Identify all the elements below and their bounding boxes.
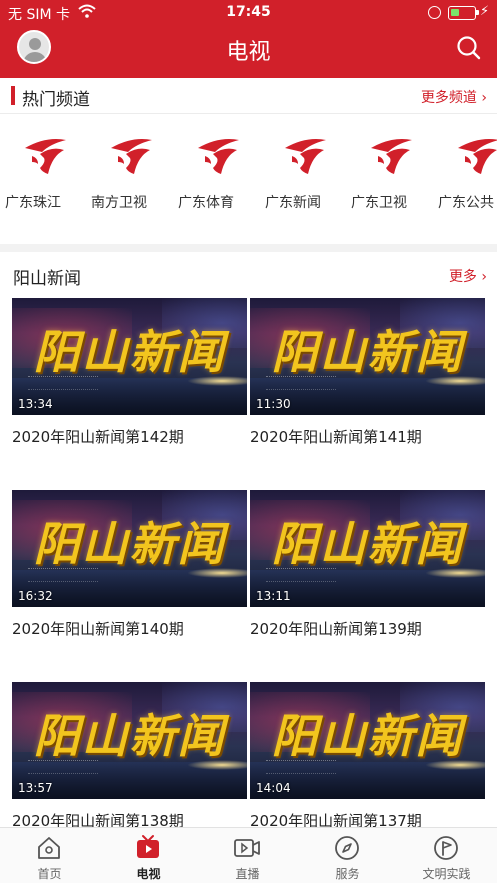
news-header: 阳山新闻 更多 › [0, 252, 497, 296]
video-duration: 11:30 [256, 397, 291, 411]
video-duration: 14:04 [256, 781, 291, 795]
channel-item[interactable]: 广东卫视 [346, 132, 432, 222]
more-channels-link[interactable]: 更多频道 › [421, 87, 487, 107]
tab-civilization[interactable]: 文明实践 [397, 828, 496, 883]
video-duration: 16:32 [18, 589, 53, 603]
flag-icon [434, 836, 458, 860]
top-bar: 无 SIM 卡 17:45 ⚡ 电视 [0, 0, 497, 78]
video-card[interactable]: 阳山新闻 13:57 2020年阳山新闻第138期 [12, 682, 247, 827]
video-card[interactable]: 阳山新闻 16:32 2020年阳山新闻第140期 [12, 490, 247, 660]
news-title: 阳山新闻 [13, 269, 81, 289]
video-card[interactable]: 阳山新闻 13:34 2020年阳山新闻第142期 [12, 298, 247, 468]
channel-item[interactable]: 南方卫视 [86, 132, 172, 222]
tab-label: 直播 [235, 867, 260, 881]
channel-item[interactable]: 广东珠江 [0, 132, 86, 222]
video-thumbnail: 阳山新闻 11:30 [250, 298, 485, 415]
video-card[interactable]: 阳山新闻 13:11 2020年阳山新闻第139期 [250, 490, 485, 660]
channel-name: 广东新闻 [265, 195, 321, 211]
home-icon [38, 837, 60, 859]
channel-logo-icon [25, 139, 66, 174]
hot-channels-header: 热门频道 更多频道 › [0, 78, 497, 114]
channel-name: 广东珠江 [5, 195, 61, 211]
battery-fill [451, 9, 459, 16]
channel-logo-icon [458, 139, 497, 174]
video-thumbnail: 阳山新闻 13:34 [12, 298, 247, 415]
channel-item[interactable]: 广东新闻 [260, 132, 346, 222]
thumb-logo-text: 阳山新闻 [271, 325, 464, 379]
tab-label: 服务 [335, 867, 360, 881]
charging-icon: ⚡ [480, 4, 490, 19]
thumb-logo-text: 阳山新闻 [271, 709, 464, 763]
status-bar: 无 SIM 卡 17:45 ⚡ [0, 0, 497, 26]
channel-logo-icon [111, 139, 152, 174]
tab-bar: 首页 电视 直播 服务 文明实践 [0, 827, 497, 883]
channel-logo-icon [285, 139, 326, 174]
rotation-lock-icon [428, 6, 441, 19]
channel-list: 广东珠江 南方卫视 广东体育 广东新闻 广东卫视 广东公共 [0, 132, 497, 222]
search-icon[interactable] [456, 35, 482, 61]
battery-cap [476, 10, 479, 15]
tab-tv[interactable]: 电视 [99, 828, 198, 883]
video-thumbnail: 阳山新闻 14:04 [250, 682, 485, 799]
video-thumbnail: 阳山新闻 13:57 [12, 682, 247, 799]
tab-label: 文明实践 [422, 867, 471, 881]
channel-name: 广东体育 [178, 195, 234, 211]
live-video-icon [234, 839, 260, 857]
video-caption: 2020年阳山新闻第139期 [250, 620, 422, 638]
thumb-logo-text: 阳山新闻 [33, 517, 226, 571]
hot-channels-title: 热门频道 [22, 90, 90, 110]
tab-label: 电视 [136, 867, 161, 881]
video-caption: 2020年阳山新闻第138期 [12, 812, 184, 827]
header: 电视 [0, 26, 497, 78]
compass-icon [335, 836, 359, 860]
tab-service[interactable]: 服务 [298, 828, 397, 883]
video-caption: 2020年阳山新闻第137期 [250, 812, 422, 827]
channel-name: 广东卫视 [351, 195, 407, 211]
status-time: 17:45 [226, 4, 271, 20]
video-duration: 13:11 [256, 589, 291, 603]
thumb-logo-text: 阳山新闻 [271, 517, 464, 571]
tab-home[interactable]: 首页 [0, 828, 99, 883]
tab-live[interactable]: 直播 [198, 828, 297, 883]
page-title: 电视 [226, 40, 271, 65]
video-caption: 2020年阳山新闻第140期 [12, 620, 184, 638]
section-divider [0, 244, 497, 252]
video-caption: 2020年阳山新闻第141期 [250, 428, 422, 446]
section-accent-bar [11, 86, 15, 105]
video-caption: 2020年阳山新闻第142期 [12, 428, 184, 446]
tv-icon [137, 835, 159, 858]
hot-channels-section: 热门频道 更多频道 › 广东珠江 南方卫视 广东体育 广东新闻 广东卫视 广东公… [0, 78, 497, 244]
video-duration: 13:34 [18, 397, 53, 411]
channel-item[interactable]: 广东公共 [433, 132, 497, 222]
video-thumbnail: 阳山新闻 16:32 [12, 490, 247, 607]
thumb-logo-text: 阳山新闻 [33, 709, 226, 763]
video-card[interactable]: 阳山新闻 14:04 2020年阳山新闻第137期 [250, 682, 485, 827]
channel-logo-icon [198, 139, 239, 174]
channel-item[interactable]: 广东体育 [173, 132, 259, 222]
more-news-link[interactable]: 更多 › [449, 266, 487, 286]
video-duration: 13:57 [18, 781, 53, 795]
video-card[interactable]: 阳山新闻 11:30 2020年阳山新闻第141期 [250, 298, 485, 468]
channel-name: 南方卫视 [91, 195, 147, 211]
channel-name: 广东公共 [438, 195, 494, 211]
battery-icon [448, 6, 479, 20]
tab-label: 首页 [37, 867, 62, 881]
thumb-logo-text: 阳山新闻 [33, 325, 226, 379]
news-section: 阳山新闻 更多 › 阳山新闻 13:34 2020年阳山新闻第142期 阳山新闻… [0, 252, 497, 827]
channel-logo-icon [371, 139, 412, 174]
video-thumbnail: 阳山新闻 13:11 [250, 490, 485, 607]
